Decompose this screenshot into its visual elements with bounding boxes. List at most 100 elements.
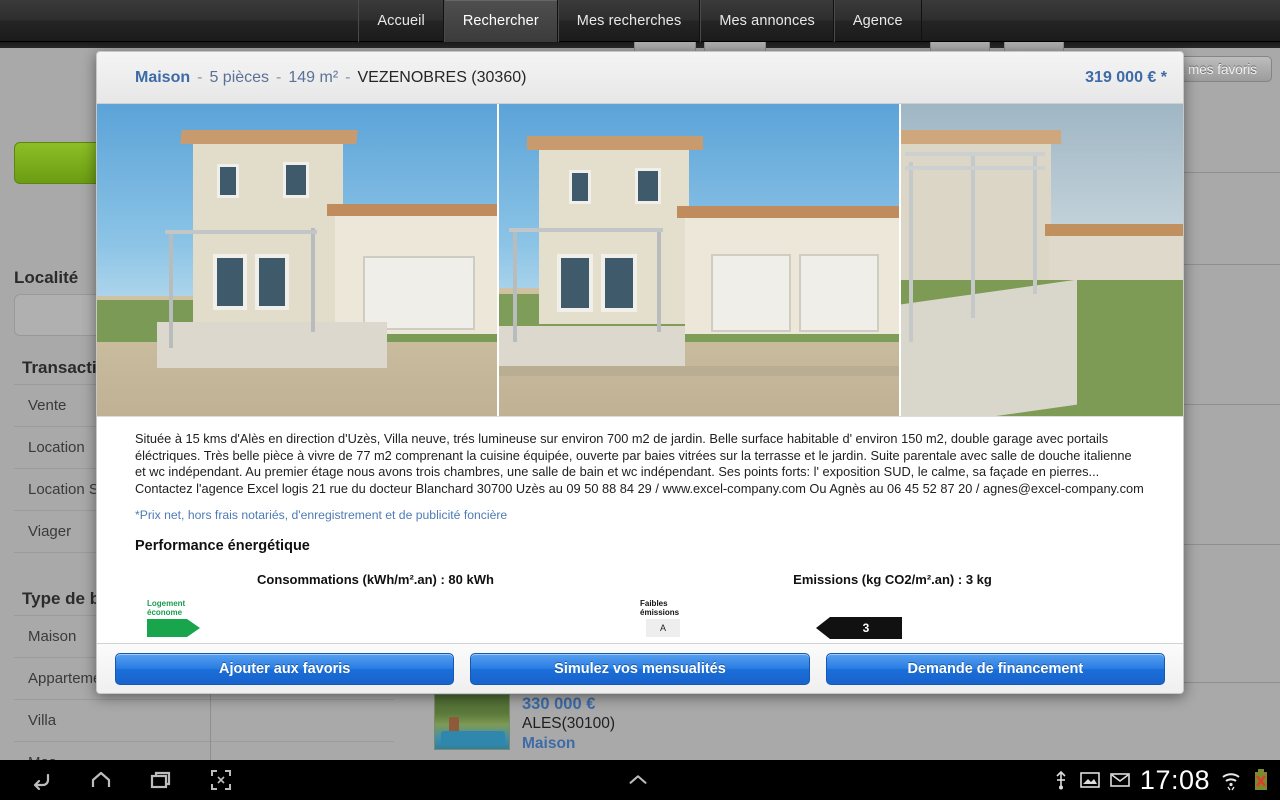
nav-item-accueil[interactable]: Accueil (358, 0, 444, 42)
recents-icon[interactable] (148, 767, 174, 793)
mail-icon (1110, 771, 1130, 789)
financing-request-button[interactable]: Demande de financement (825, 652, 1165, 685)
screenshot-icon[interactable] (208, 767, 234, 793)
filter-option-mas[interactable]: Mas (14, 742, 394, 760)
dpe-class-swatch (147, 619, 200, 638)
dpe-consumption-graphic: Logement économe (135, 599, 640, 639)
result-card[interactable]: 330 000 € ALES(30100) Maison (434, 694, 834, 760)
dpe-consumption: Consommations (kWh/m².an) : 80 kWh Logem… (135, 572, 640, 639)
property-surface: 149 m² (288, 68, 339, 86)
simulate-payments-button[interactable]: Simulez vos mensualités (470, 652, 810, 685)
photo-gallery (97, 104, 1183, 417)
dpe-eco-label: Logement économe (147, 599, 185, 617)
dpe-eco-line2: économe (147, 608, 183, 618)
photo-pergola-pole (1033, 152, 1037, 294)
photo-window (635, 168, 661, 204)
modal-header: Maison - 5 pièces - 149 m² - VEZENOBRES … (97, 52, 1183, 104)
photo-pergola-pole (311, 228, 315, 332)
property-description: Située à 15 kms d'Alès en direction d'Uz… (135, 431, 1144, 496)
nav-label: Agence (852, 13, 903, 29)
property-price: 319 000 € * (1085, 68, 1167, 86)
separator-2: - (276, 68, 282, 86)
dpe-emissions-value: 3 (816, 617, 902, 640)
result-city: ALES(30100) (522, 715, 616, 732)
gallery-photo-2[interactable] (497, 104, 899, 416)
gallery-photo-1[interactable] (97, 104, 497, 416)
dpe-emi-line1: Faibles (640, 599, 668, 609)
expand-notifications-icon[interactable] (625, 767, 651, 793)
home-icon[interactable] (88, 767, 114, 793)
filter-label: Maison (28, 628, 77, 645)
add-to-favorites-button[interactable]: Ajouter aux favoris (115, 652, 455, 685)
photo-terrace (157, 322, 387, 368)
photo-pergola-pole (513, 230, 517, 342)
filter-label: Vente (28, 397, 67, 414)
dpe-row: Consommations (kWh/m².an) : 80 kWh Logem… (135, 572, 1145, 640)
photo-pergola-pole (971, 154, 975, 318)
photo-window (217, 164, 239, 198)
price-note: *Prix net, hors frais notariés, d'enregi… (135, 508, 508, 523)
photo-pergola-beam (905, 166, 1045, 170)
photo-terrace-slab (901, 279, 1077, 416)
property-detail-modal: Maison - 5 pièces - 149 m² - VEZENOBRES … (96, 51, 1184, 694)
property-rooms: 5 pièces (209, 68, 270, 86)
photo-terrace (499, 326, 685, 368)
modal-footer: Ajouter aux favoris Simulez vos mensuali… (97, 643, 1183, 693)
dpe-emissions-graphic: Faibles émissions A 3 (640, 599, 1145, 640)
system-clock: 17:08 (1139, 764, 1210, 795)
photo-pergola-beam (165, 230, 317, 234)
dpe-consumption-title: Consommations (kWh/m².an) : 80 kWh (257, 572, 494, 588)
separator-3: - (345, 68, 351, 86)
nav-label: Accueil (377, 13, 425, 29)
wifi-icon (1220, 768, 1242, 792)
photo-pergola-pole (909, 162, 913, 342)
dpe-emissions-label: Faibles émissions (640, 599, 679, 617)
type-de-bien-heading: Type de b (22, 589, 101, 608)
dpe-emi-line2: émissions (640, 608, 680, 618)
gallery-photo-3[interactable] (899, 104, 1183, 416)
photo-pergola-beam (905, 152, 1045, 156)
result-info: 330 000 € ALES(30100) Maison (522, 694, 615, 754)
photo-roof (527, 136, 703, 150)
separator-1: - (197, 68, 203, 86)
nav-item-rechercher[interactable]: Rechercher (443, 0, 558, 42)
result-type: Maison (522, 735, 576, 752)
nav-item-mes-annonces[interactable]: Mes annonces (700, 0, 834, 42)
nav-label: Rechercher (462, 13, 539, 29)
dpe-emissions-class: A (646, 619, 680, 638)
filter-option-villa[interactable]: Villa (14, 700, 394, 742)
battery-error-icon (1252, 768, 1270, 792)
nav-label: Mes recherches (576, 13, 682, 29)
description-section: Située à 15 kms d'Alès en direction d'Uz… (97, 417, 1183, 643)
system-nav-buttons (0, 767, 234, 793)
photo-roof (180, 130, 358, 144)
nav-items: Accueil Rechercher Mes recherches Mes an… (358, 0, 922, 42)
energy-performance-heading: Performance énergétique (135, 538, 310, 555)
photo-window (283, 162, 309, 198)
photo-kerb (499, 366, 899, 376)
property-summary: Maison - 5 pièces - 149 m² - VEZENOBRES … (135, 69, 526, 87)
status-area[interactable]: 17:08 (1052, 760, 1270, 800)
photo-roof-low (1045, 224, 1183, 236)
dpe-emissions-title: Emissions (kg CO2/m².an) : 3 kg (793, 572, 992, 588)
photo-pergola-pole (657, 228, 661, 332)
result-price: 330 000 € (522, 695, 596, 713)
image-icon (1080, 771, 1100, 789)
back-icon[interactable] (28, 767, 54, 793)
dpe-eco-line1: Logement (147, 599, 186, 609)
photo-roof-right (327, 204, 497, 216)
photo-pergola-beam (509, 228, 663, 232)
property-type: Maison (135, 68, 191, 86)
nav-item-mes-recherches[interactable]: Mes recherches (557, 0, 701, 42)
photo-window (213, 254, 247, 310)
property-city: VEZENOBRES (30360) (357, 68, 527, 86)
photo-roof-right (677, 206, 899, 218)
transaction-heading: Transacti (22, 358, 97, 377)
photo-window (557, 254, 593, 312)
nav-item-agence[interactable]: Agence (833, 0, 922, 42)
dpe-emissions: Emissions (kg CO2/m².an) : 3 kg Faibles … (640, 572, 1145, 640)
usb-icon (1052, 769, 1070, 791)
filter-label: Location (28, 439, 85, 456)
nav-label: Mes annonces (719, 13, 815, 29)
filter-label: Viager (28, 523, 72, 540)
